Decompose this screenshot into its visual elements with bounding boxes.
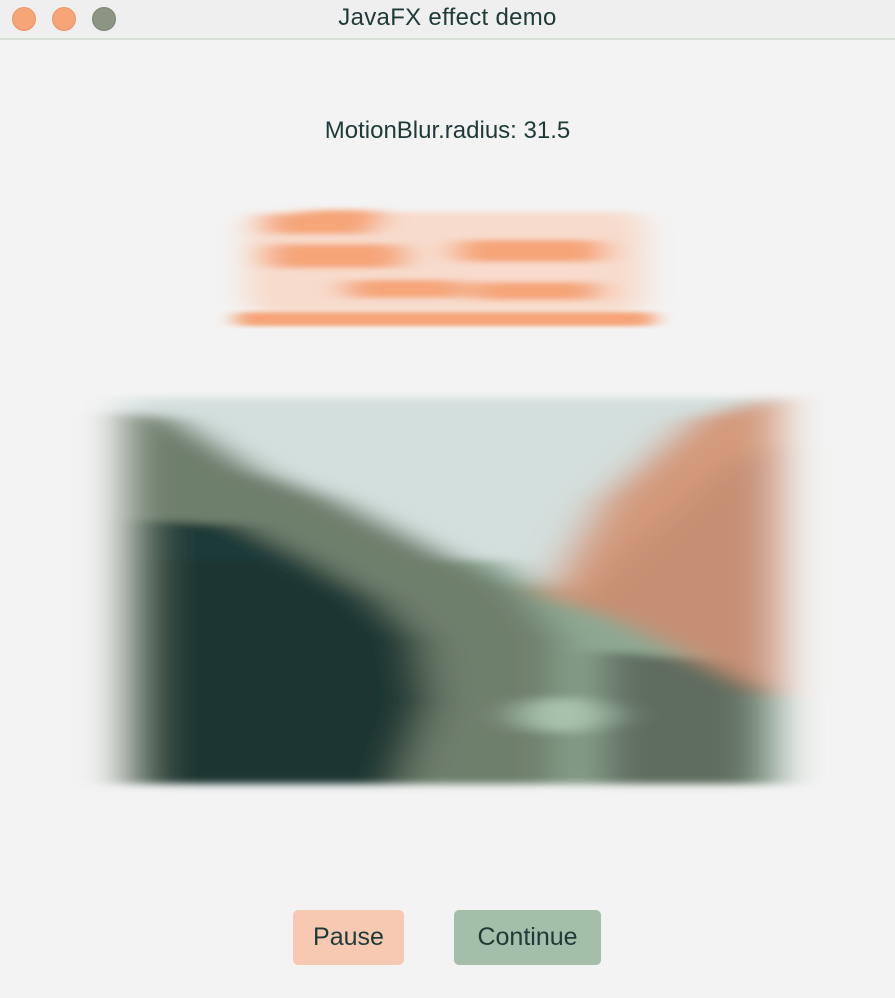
continue-button[interactable]: Continue (454, 910, 601, 965)
pause-button[interactable]: Pause (293, 910, 404, 965)
blurred-landscape-image (125, 395, 780, 784)
blurred-text-graphic (235, 210, 655, 326)
blurred-content (125, 210, 780, 784)
app-window: JavaFX effect demo MotionBlur.radius: 31… (0, 0, 895, 998)
